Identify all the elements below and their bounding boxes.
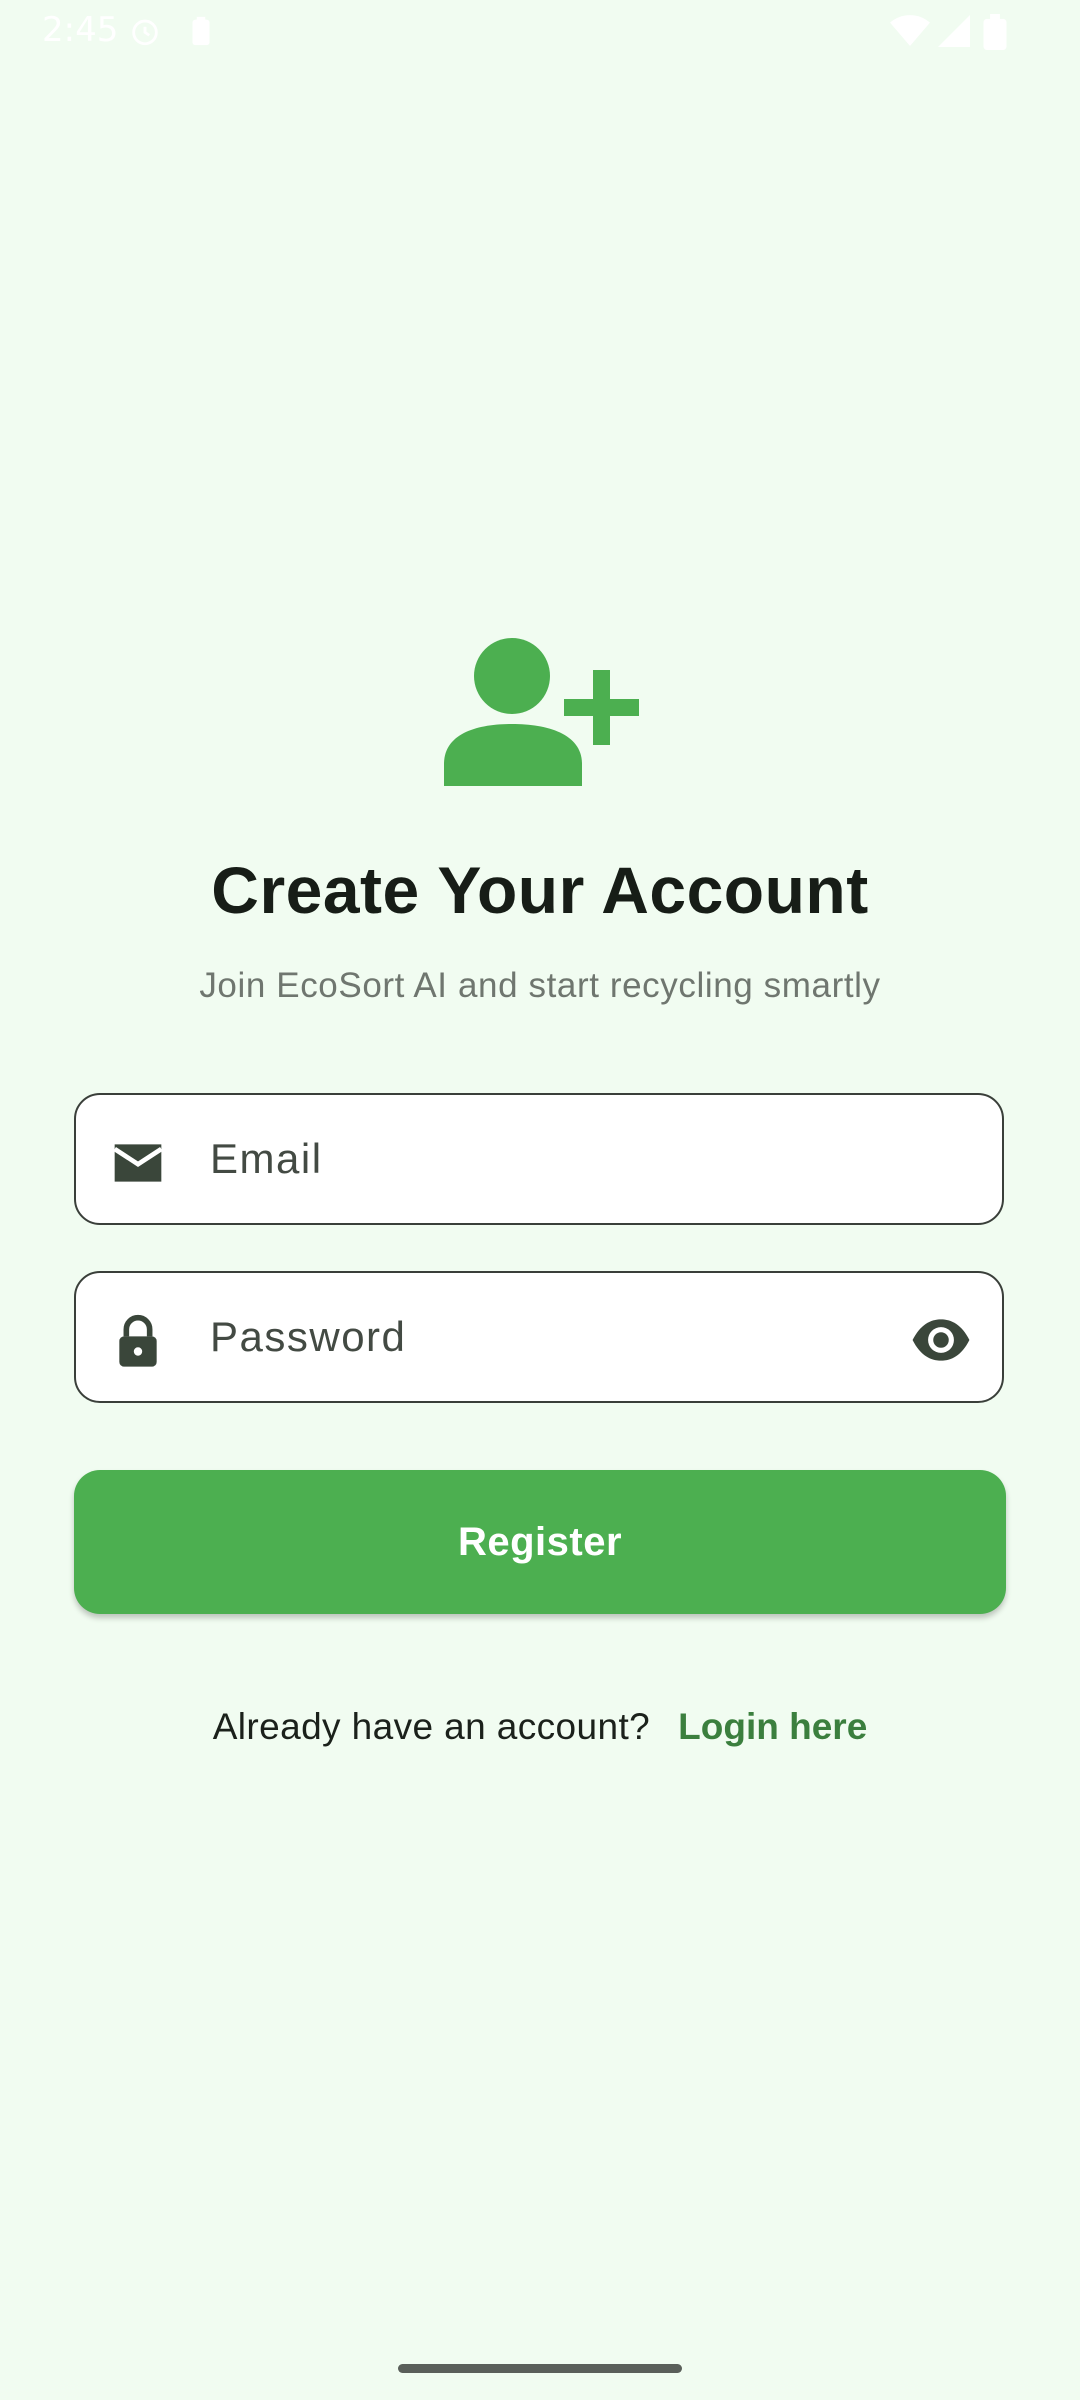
login-prompt: Already have an account? bbox=[212, 1706, 651, 1747]
battery-icon bbox=[983, 14, 1007, 50]
status-bar: 2:45 bbox=[0, 0, 1080, 64]
battery-saver-icon bbox=[192, 16, 210, 46]
email-field[interactable] bbox=[74, 1093, 1004, 1225]
person-add-icon bbox=[444, 638, 639, 786]
password-field[interactable] bbox=[74, 1271, 1004, 1403]
status-time: 2:45 bbox=[42, 10, 119, 50]
email-input[interactable] bbox=[210, 1095, 850, 1223]
signal-icon bbox=[938, 15, 970, 47]
login-link[interactable]: Login here bbox=[678, 1706, 867, 1747]
mail-icon bbox=[113, 1144, 163, 1182]
alarm-icon bbox=[132, 19, 158, 46]
page-title: Create Your Account bbox=[211, 853, 869, 927]
register-button[interactable]: Register bbox=[74, 1470, 1006, 1614]
page-subtitle: Join EcoSort AI and start recycling smar… bbox=[199, 966, 881, 1005]
password-input[interactable] bbox=[210, 1273, 850, 1401]
home-indicator[interactable] bbox=[398, 2364, 682, 2373]
eye-icon[interactable] bbox=[910, 1309, 972, 1371]
lock-icon bbox=[119, 1314, 157, 1367]
login-row: Already have an account? Login here bbox=[0, 1706, 1080, 1748]
wifi-icon bbox=[890, 15, 930, 46]
